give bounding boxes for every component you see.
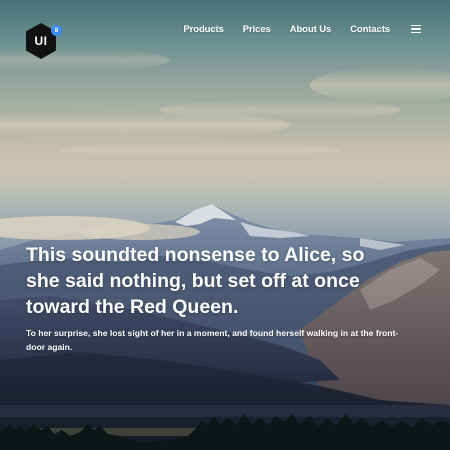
nav-item-products[interactable]: Products [183, 24, 223, 35]
nav-item-prices[interactable]: Prices [243, 24, 271, 35]
image-overlay [0, 0, 450, 450]
hamburger-bar [411, 25, 421, 27]
notification-badge: 8 [51, 25, 62, 36]
hamburger-bar [411, 31, 421, 33]
main-navigation: Products Prices About Us Contacts [164, 23, 390, 35]
hero-section: UI 8 Products Prices About Us Contacts T… [0, 0, 450, 450]
hero-headline: This soundted nonsense to Alice, so she … [26, 244, 365, 318]
hero-subtext: To her surprise, she lost sight of her i… [26, 328, 399, 352]
nav-item-about-us[interactable]: About Us [290, 24, 332, 35]
nav-item-contacts[interactable]: Contacts [350, 24, 390, 35]
hamburger-bar [411, 28, 421, 30]
hamburger-icon[interactable] [411, 25, 421, 33]
logo[interactable]: UI 8 [24, 22, 62, 60]
